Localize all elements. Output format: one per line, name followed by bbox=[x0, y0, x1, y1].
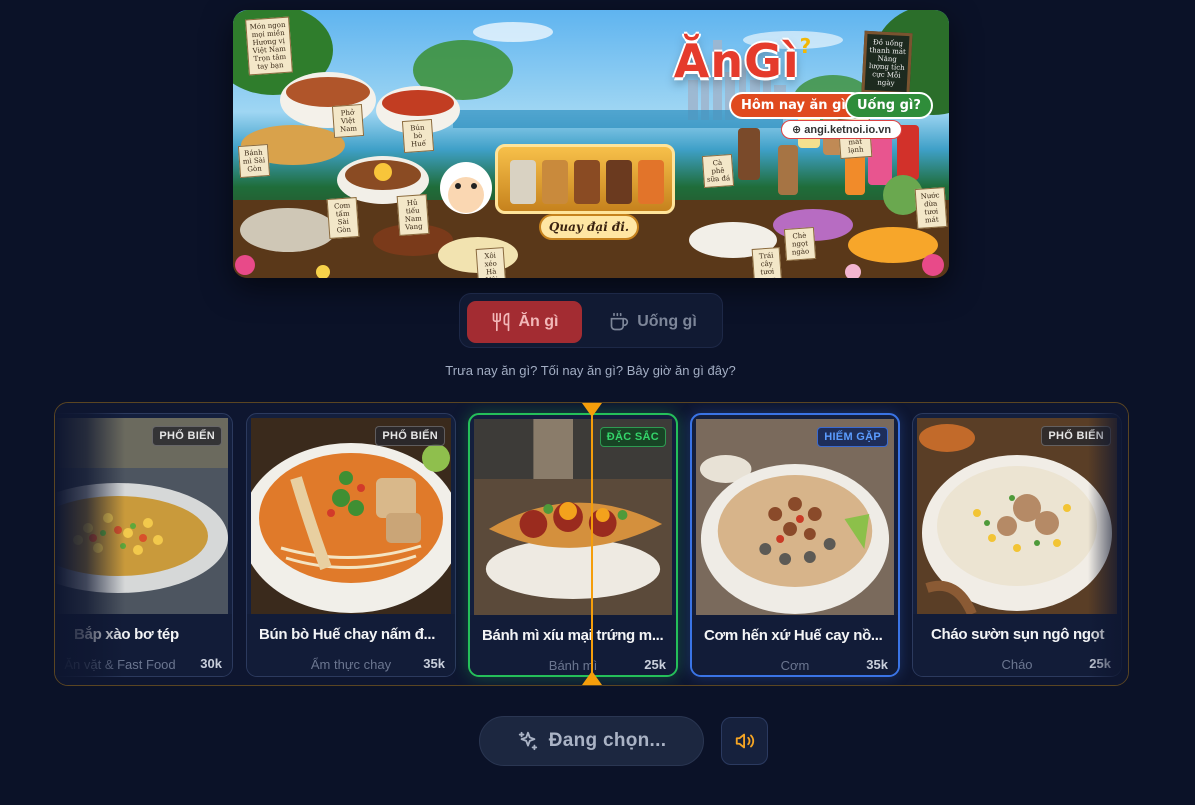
banner-note-bunbo: Bún bò Huế bbox=[401, 118, 435, 154]
popularity-badge: PHỔ BIẾN bbox=[1041, 426, 1111, 446]
selection-pointer-line bbox=[591, 403, 593, 685]
food-name: Cháo sườn sụn ngô ngọt bbox=[931, 626, 1105, 643]
banner-note-che: Chè ngọt ngào bbox=[783, 226, 817, 262]
food-image bbox=[917, 418, 1117, 614]
pointer-arrow-top-icon bbox=[582, 403, 602, 417]
banner-url: ⊕ angi.ketnoi.io.vn bbox=[781, 120, 903, 139]
globe-icon: ⊕ bbox=[792, 124, 805, 136]
banner-note-traicay: Trái cây tươi ngon bbox=[751, 247, 783, 278]
food-image bbox=[696, 419, 894, 615]
food-price: 25k bbox=[644, 657, 666, 672]
banner-note-caphe: Cà phê sữa đá bbox=[701, 153, 735, 189]
subtitle: Trưa nay ăn gì? Tối nay ăn gì? Bây giờ ă… bbox=[445, 363, 736, 378]
spin-button[interactable]: Đang chọn... bbox=[479, 716, 704, 766]
slot-reel bbox=[510, 160, 536, 204]
slot-reel bbox=[542, 160, 568, 204]
food-price: 35k bbox=[866, 657, 888, 672]
slot-machine bbox=[495, 144, 675, 214]
popularity-badge: ĐẶC SẮC bbox=[599, 427, 666, 447]
food-card[interactable]: PHỔ BIẾN Cháo sườn sụn ngô ngọt Cháo 25k bbox=[912, 413, 1122, 677]
cup-icon bbox=[610, 312, 629, 331]
card-info: Cháo sườn sụn ngô ngọt Cháo 25k bbox=[913, 614, 1121, 676]
banner-note-comtam: Cơm tấm Sài Gòn bbox=[326, 197, 360, 239]
utensils-icon bbox=[492, 312, 509, 332]
food-name: Bắp xào bơ tép bbox=[74, 626, 179, 643]
slot-reel bbox=[638, 160, 664, 204]
popularity-badge: PHỔ BIẾN bbox=[375, 426, 445, 446]
slot-reel bbox=[574, 160, 600, 204]
hero-banner: Món ngon mọi miền Hương vị Việt Nam Trọn… bbox=[233, 10, 949, 278]
banner-note-pho: Phở Việt Nam bbox=[331, 103, 365, 139]
card-info: Cơm hến xứ Huế cay nồ... Cơm 35k bbox=[692, 615, 898, 675]
card-info: Bắp xào bơ tép Ăn vặt & Fast Food 30k bbox=[55, 614, 232, 676]
tab-eat-label: Ăn gì bbox=[518, 313, 559, 330]
slot-reel bbox=[606, 160, 632, 204]
banner-note-left: Món ngon mọi miền Hương vị Việt Nam Trọn… bbox=[245, 16, 293, 76]
popularity-badge: PHỔ BIẾN bbox=[152, 426, 222, 446]
banner-note-xoi: Xôi xéo Hà Nội bbox=[475, 247, 507, 278]
food-price: 30k bbox=[200, 656, 222, 671]
app-logo: ĂnGì? bbox=[673, 34, 813, 88]
food-card[interactable]: PHỔ BIẾN Bắp xào bơ tép Ăn vặt & Fast Fo… bbox=[55, 413, 233, 677]
sound-toggle-button[interactable] bbox=[721, 717, 768, 765]
card-info: Bánh mì xíu mại trứng m... Bánh mì 25k bbox=[470, 615, 676, 675]
food-image bbox=[474, 419, 672, 615]
food-name: Bánh mì xíu mại trứng m... bbox=[482, 627, 664, 644]
banner-note-hutieu: Hủ tiếu Nam Vang bbox=[396, 194, 430, 236]
food-image bbox=[251, 418, 451, 614]
food-image bbox=[55, 418, 228, 614]
popularity-badge: HIẾM GẶP bbox=[817, 427, 888, 447]
food-card[interactable]: PHỔ BIẾN Bún bò Huế chay nấm đ... Ẩm thự… bbox=[246, 413, 456, 677]
banner-note-nuocdua: Nước dừa tươi mát bbox=[914, 187, 948, 229]
tab-drink[interactable]: Uống gì bbox=[590, 301, 716, 343]
banner-chalkboard: Đồ uống thanh mát Năng lượng tích cực Mỗ… bbox=[861, 30, 913, 96]
pointer-arrow-bottom-icon bbox=[582, 671, 602, 685]
food-name: Cơm hến xứ Huế cay nồ... bbox=[704, 627, 883, 644]
spin-button-label: Đang chọn... bbox=[548, 730, 667, 751]
tab-drink-label: Uống gì bbox=[637, 313, 697, 330]
food-price: 35k bbox=[423, 656, 445, 671]
food-carousel: PHỔ BIẾN Bắp xào bơ tép Ăn vặt & Fast Fo… bbox=[54, 402, 1129, 686]
banner-note-banhmi: Bánh mì Sài Gòn bbox=[237, 143, 271, 179]
card-info: Bún bò Huế chay nấm đ... Ẩm thực chay 35… bbox=[247, 614, 455, 676]
food-card[interactable]: HIẾM GẶP Cơm hến xứ Huế cay nồ... Cơm 35… bbox=[690, 413, 900, 677]
speaker-icon bbox=[735, 733, 754, 749]
banner-pill-drink: Uống gì? bbox=[845, 92, 933, 119]
mode-tabs: Ăn gì Uống gì bbox=[459, 293, 723, 348]
banner-spin-label: Quay đại đi. bbox=[539, 214, 639, 240]
food-card-selected[interactable]: ĐẶC SẮC Bánh mì xíu mại trứng m... Bánh … bbox=[468, 413, 678, 677]
sparkles-icon bbox=[518, 731, 537, 751]
tab-eat[interactable]: Ăn gì bbox=[467, 301, 582, 343]
food-price: 25k bbox=[1089, 656, 1111, 671]
food-name: Bún bò Huế chay nấm đ... bbox=[259, 626, 436, 643]
